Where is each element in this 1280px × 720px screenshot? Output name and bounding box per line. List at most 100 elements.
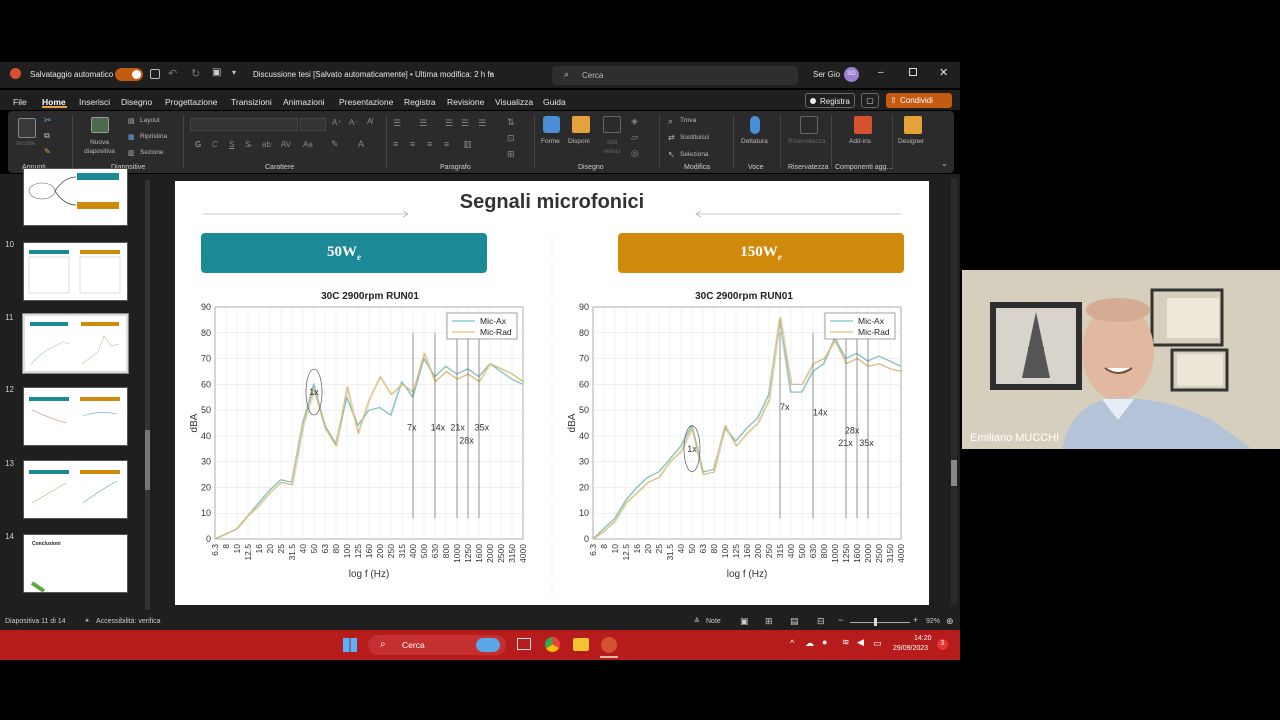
new-slide-icon[interactable] [91,117,109,133]
align-text-icon[interactable]: ⊡ [507,133,515,144]
cut-icon[interactable]: ✂ [44,115,52,126]
slide-thumbnail[interactable]: Conclusioni [23,534,128,593]
font-name-dropdown[interactable] [190,118,298,131]
slide-scrollbar-thumb[interactable] [951,460,957,486]
ribbon-collapse-icon[interactable]: ⌄ [941,159,948,168]
avatar[interactable]: SG [844,67,859,82]
align-left-icon[interactable]: ≡ [393,139,398,149]
quick-styles-icon[interactable] [603,116,621,133]
zoom-in-icon[interactable]: + [913,615,918,625]
powerpoint-taskbar-icon[interactable] [601,637,617,653]
autosave-toggle[interactable] [115,68,143,81]
replace-button[interactable]: Sostituisci [680,134,709,141]
layout-icon[interactable]: ▤ [128,117,135,125]
align-right-icon[interactable]: ≡ [427,139,432,149]
comments-icon[interactable]: ▢ [861,93,879,108]
tab-design[interactable]: Progettazione [165,97,217,107]
justify-icon[interactable]: ≡ [444,139,449,149]
volume-icon[interactable]: ◀ [857,637,864,648]
slide-thumbnail[interactable] [23,168,128,226]
font-color-icon[interactable]: A [358,139,364,149]
notes-icon[interactable]: ≙ [694,617,700,625]
file-explorer-icon[interactable] [573,638,589,651]
slide-thumbnail[interactable] [23,387,128,446]
smartart-icon[interactable]: ⊞ [507,149,515,160]
shape-effects-icon[interactable]: ◎ [631,148,639,159]
document-title[interactable]: Discussione tesi [Salvato automaticament… [253,70,494,79]
decrease-indent-icon[interactable]: ☰ [445,118,453,129]
title-chevron-down-icon[interactable]: ⌄ [488,68,495,77]
tab-slideshow[interactable]: Presentazione [339,97,393,107]
slide-canvas[interactable]: Segnali microfonici 50We 150We 30C 2900r… [175,181,929,605]
maximize-icon[interactable] [909,68,917,76]
new-slide-label[interactable]: Nuova diapositiva [77,138,122,156]
minimize-icon[interactable]: – [878,67,884,78]
tab-animations[interactable]: Animazioni [283,97,325,107]
replace-icon[interactable]: ⇄ [668,133,675,142]
underline-icon[interactable]: S [229,140,234,149]
tab-record[interactable]: Registra [404,97,436,107]
battery-icon[interactable]: ▭ [873,638,882,649]
clock-time[interactable]: 14:20 [914,635,932,642]
section-button[interactable]: Sezione [140,149,164,156]
layout-button[interactable]: Layout [140,117,160,124]
tab-view[interactable]: Visualizza [495,97,533,107]
italic-icon[interactable]: C [212,140,218,149]
notes-button[interactable]: Note [706,618,721,625]
accessibility-status[interactable]: Accessibilità: verifica [96,618,161,625]
accessibility-icon[interactable]: ⚹ [85,617,89,625]
taskbar-search[interactable]: ⌕ Cerca [368,635,506,655]
microphone-icon[interactable] [750,116,760,134]
tab-file[interactable]: File [13,97,27,107]
shapes-icon[interactable] [543,116,560,133]
clock-date[interactable]: 29/09/2023 [893,645,928,652]
record-button[interactable]: Registra [805,93,855,108]
text-direction-icon[interactable]: ⇅ [507,117,515,128]
windows-start-icon[interactable] [343,638,357,652]
present-icon[interactable]: ▣ [212,67,221,78]
addins-icon[interactable] [854,116,872,134]
section-icon[interactable]: ▥ [128,149,135,157]
slide-thumbnail[interactable] [23,242,128,301]
zoom-level[interactable]: 92% [926,618,940,625]
slide-sorter-icon[interactable]: ⊞ [765,616,773,627]
text-shadow-icon[interactable]: ab [262,140,271,149]
shape-outline-icon[interactable]: ▱ [631,132,638,143]
align-center-icon[interactable]: ≡ [410,139,415,149]
format-painter-icon[interactable]: ✎ [44,147,51,156]
designer-label[interactable]: Designer [898,138,924,145]
onedrive-icon[interactable]: ☁ [805,638,814,649]
save-icon[interactable] [150,69,160,79]
select-button[interactable]: Seleziona [680,151,709,158]
paste-icon[interactable] [18,118,36,138]
reset-icon[interactable]: ▦ [128,133,135,141]
dictate-label[interactable]: Dettatura [741,138,768,145]
slide-scrollbar[interactable] [951,178,957,604]
sensitivity-icon[interactable] [800,116,818,134]
bold-icon[interactable]: G [195,140,201,149]
tab-help[interactable]: Guida [543,97,566,107]
thumbnails-scrollbar[interactable] [145,180,150,610]
zoom-slider[interactable] [850,622,910,623]
search-box[interactable]: ⌕ Cerca [552,66,798,85]
zoom-out-icon[interactable]: − [838,615,843,625]
designer-icon[interactable] [904,116,922,134]
mic-tray-icon[interactable]: ● [822,637,827,647]
tab-transitions[interactable]: Transizioni [231,97,272,107]
reading-view-icon[interactable]: ▤ [790,616,799,627]
increase-indent-icon[interactable]: ☰ [461,118,469,129]
tray-chevron-icon[interactable]: ^ [790,638,794,648]
bullets-icon[interactable]: ☰ [393,118,401,129]
normal-view-icon[interactable]: ▣ [740,616,749,627]
chrome-icon[interactable] [545,637,560,652]
clear-format-icon[interactable]: A̸ [367,117,372,126]
notification-badge[interactable]: 3 [937,639,948,650]
zoom-slider-handle[interactable] [874,618,877,626]
quick-styles-label[interactable]: Stili veloci [598,138,626,156]
shrink-font-icon[interactable]: A⁻ [349,118,359,127]
change-case-icon[interactable]: Aa [303,140,313,149]
find-icon[interactable]: ⌕ [668,116,673,127]
customize-chevron-icon[interactable]: ▾ [232,68,236,77]
share-button[interactable]: ⇪ Condividi [886,93,952,108]
shape-fill-icon[interactable]: ◈ [631,116,638,127]
